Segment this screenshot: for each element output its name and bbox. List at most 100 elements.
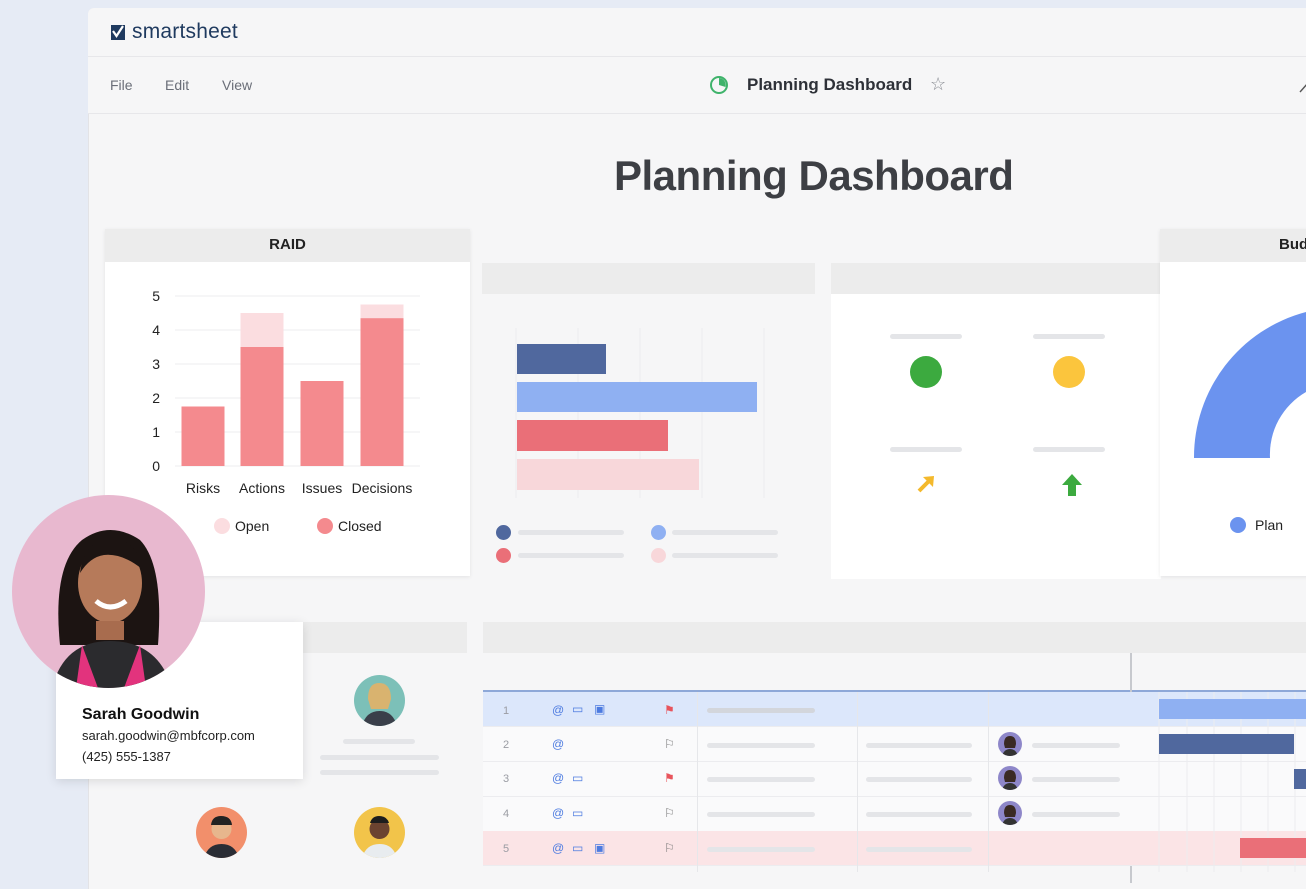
column-divider <box>697 692 698 872</box>
menu-file[interactable]: File <box>110 77 133 93</box>
smartsheet-logo-icon <box>111 25 125 40</box>
legend-placeholder-line <box>672 530 778 535</box>
comment-icon[interactable]: ▭ <box>572 702 583 716</box>
status-label-placeholder <box>1033 334 1105 339</box>
attachment-icon[interactable]: @ <box>552 806 564 820</box>
menu-edit[interactable]: Edit <box>165 77 189 93</box>
legend-dot-light-blue <box>651 525 666 540</box>
column-divider <box>988 692 989 872</box>
status-green-circle <box>910 356 942 388</box>
y-tick-label: 2 <box>152 390 160 406</box>
cell-placeholder <box>707 812 815 817</box>
status-label-placeholder <box>890 334 962 339</box>
hbar-3 <box>517 420 668 451</box>
assignee-avatar[interactable] <box>998 766 1022 790</box>
flag-icon[interactable]: ⚑ <box>664 771 675 785</box>
avatar[interactable] <box>354 675 405 726</box>
attachment-icon[interactable]: @ <box>552 771 564 785</box>
cell-placeholder <box>866 847 972 852</box>
menu-view[interactable]: View <box>222 77 252 93</box>
hbar-2 <box>517 382 757 412</box>
row-number: 4 <box>502 808 510 820</box>
legend-plan-swatch <box>1230 517 1246 533</box>
y-tick-label: 3 <box>152 356 160 372</box>
assignee-avatar[interactable] <box>998 801 1022 825</box>
attachment-icon[interactable]: @ <box>552 841 564 855</box>
hbar-4 <box>517 459 699 490</box>
legend-placeholder-line <box>518 530 624 535</box>
budget-gauge <box>1193 312 1306 458</box>
sheet-widget-header <box>483 622 1306 653</box>
y-tick-label: 4 <box>152 322 160 338</box>
status-label-placeholder <box>890 447 962 452</box>
legend-placeholder-line <box>518 553 624 558</box>
gantt-bar[interactable] <box>1294 769 1306 789</box>
comment-icon[interactable]: ▭ <box>572 806 583 820</box>
status-label-placeholder <box>1033 447 1105 452</box>
cell-placeholder <box>1032 777 1120 782</box>
cell-placeholder <box>1032 743 1120 748</box>
smartsheet-logo[interactable]: smartsheet <box>110 20 238 44</box>
comment-icon[interactable]: ▭ <box>572 841 583 855</box>
flag-outline-icon[interactable]: ⚐ <box>664 737 675 751</box>
avatar[interactable] <box>354 807 405 858</box>
legend-placeholder-line <box>672 553 778 558</box>
legend-closed-swatch <box>317 518 333 534</box>
legend-closed-label: Closed <box>338 518 382 534</box>
avatar[interactable] <box>196 807 247 858</box>
raid-widget-title: RAID <box>269 236 306 253</box>
top-bar <box>88 8 1306 57</box>
row-number: 1 <box>502 705 510 717</box>
proof-icon[interactable]: ▣ <box>594 702 605 716</box>
bar-open-decisions <box>360 304 404 319</box>
legend-open-label: Open <box>235 518 270 534</box>
horizontal-bar-chart <box>515 328 765 498</box>
row-number: 2 <box>502 739 510 751</box>
flag-outline-icon[interactable]: ⚐ <box>664 806 675 820</box>
x-category-label: Decisions <box>352 480 413 496</box>
contact-email[interactable]: sarah.goodwin@mbfcorp.com <box>82 728 255 743</box>
bar-open-actions <box>240 313 284 347</box>
legend-dot-red <box>496 548 511 563</box>
flag-outline-icon[interactable]: ⚐ <box>664 841 675 855</box>
x-category-label: Risks <box>186 480 220 496</box>
bar-closed-issues <box>300 381 344 466</box>
cell-placeholder <box>707 847 815 852</box>
bar-closed-risks <box>181 406 225 466</box>
gantt-bar[interactable] <box>1159 699 1306 719</box>
x-category-label: Issues <box>302 480 342 496</box>
brand-name: smartsheet <box>132 20 238 43</box>
gantt-bar[interactable] <box>1159 734 1294 754</box>
gantt-bar[interactable] <box>1240 838 1306 858</box>
edit-pencil-icon[interactable] <box>1298 80 1306 94</box>
person-detail-placeholder <box>320 770 439 775</box>
legend-open-swatch <box>214 518 230 534</box>
flag-icon[interactable]: ⚑ <box>664 703 675 717</box>
attachment-icon[interactable]: @ <box>552 737 564 751</box>
person-detail-placeholder <box>320 755 439 760</box>
assignee-avatar[interactable] <box>998 732 1022 756</box>
column-divider <box>857 692 858 872</box>
dashboard-icon <box>710 76 728 94</box>
attachment-icon[interactable]: @ <box>552 703 564 717</box>
legend-dot-pink <box>651 548 666 563</box>
people-widget-header <box>303 622 467 653</box>
comment-icon[interactable]: ▭ <box>572 771 583 785</box>
contact-name: Sarah Goodwin <box>82 706 200 723</box>
cell-placeholder <box>707 708 815 713</box>
status-widget[interactable] <box>831 263 1161 579</box>
bar-closed-actions <box>240 347 284 466</box>
proof-icon[interactable]: ▣ <box>594 841 605 855</box>
favorite-star-icon[interactable]: ☆ <box>930 74 946 95</box>
dashboard-title: Planning Dashboard <box>614 152 1014 199</box>
cell-placeholder <box>707 777 815 782</box>
sheet-title: Planning Dashboard <box>747 75 913 94</box>
budget-widget-title: Bud <box>1279 236 1306 253</box>
status-widget-header <box>831 263 1161 294</box>
legend-plan-label: Plan <box>1255 517 1284 533</box>
y-tick-label: 5 <box>152 288 160 304</box>
status-yellow-circle <box>1053 356 1085 388</box>
contact-phone: (425) 555-1387 <box>82 749 171 764</box>
bar-closed-decisions <box>360 318 404 466</box>
hbar-1 <box>517 344 606 374</box>
